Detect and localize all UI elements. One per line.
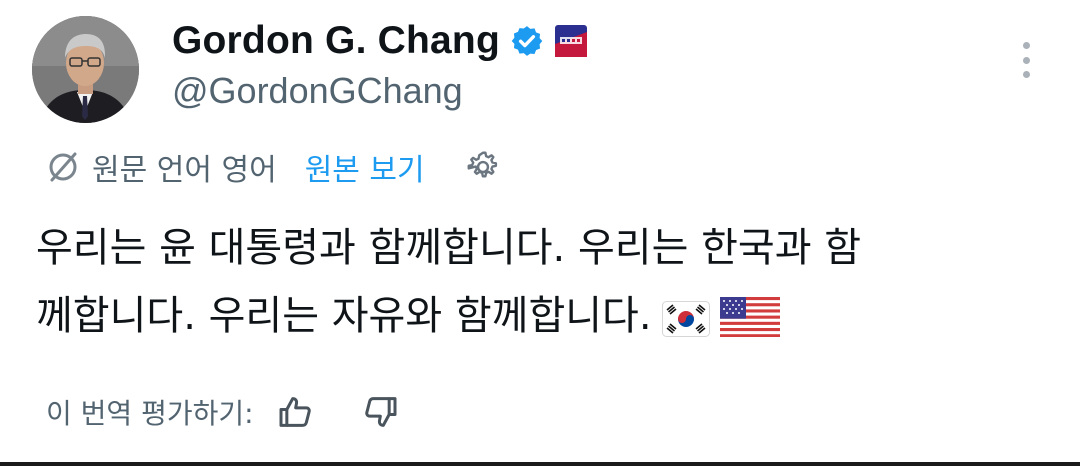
tweet-text-line-1: 우리는 윤 대통령과 함께합니다. 우리는 한국과 함 xyxy=(36,225,862,271)
display-name[interactable]: Gordon G. Chang xyxy=(172,19,500,63)
gear-icon[interactable] xyxy=(465,149,501,185)
affiliation-badge-icon[interactable] xyxy=(554,24,588,58)
avatar[interactable] xyxy=(32,16,139,123)
united-states-flag-icon xyxy=(719,290,780,358)
user-handle[interactable]: @GordonGChang xyxy=(172,70,463,112)
thumbs-up-icon[interactable] xyxy=(276,392,316,432)
rate-translation-row: 이 번역 평가하기: xyxy=(46,386,400,438)
tweet-text-line-2: 께합니다. 우리는 자유와 함께합니다. xyxy=(36,282,1046,358)
show-original-link[interactable]: 원본 보기 xyxy=(305,145,425,189)
thumbs-down-icon[interactable] xyxy=(360,392,400,432)
rate-translation-label: 이 번역 평가하기: xyxy=(46,397,254,430)
avatar-portrait xyxy=(32,16,139,123)
tweet-text: 우리는 윤 대통령과 함께합니다. 우리는 한국과 함 께합니다. 우리는 자유… xyxy=(36,214,1046,358)
south-korea-flag-icon xyxy=(661,290,710,358)
translate-icon xyxy=(46,150,80,184)
tweet-card: Gordon G. Chang @GordonGChang 원문 언어 영어 원… xyxy=(0,0,1080,466)
tweet-text-line-2-text: 께합니다. 우리는 자유와 함께합니다. xyxy=(36,293,652,339)
translation-bar: 원문 언어 영어 원본 보기 xyxy=(46,142,501,192)
source-language-label: 원문 언어 영어 xyxy=(92,153,277,188)
verified-badge-icon[interactable] xyxy=(510,24,544,58)
name-row: Gordon G. Chang xyxy=(172,14,588,68)
more-options-icon[interactable] xyxy=(1016,42,1036,78)
